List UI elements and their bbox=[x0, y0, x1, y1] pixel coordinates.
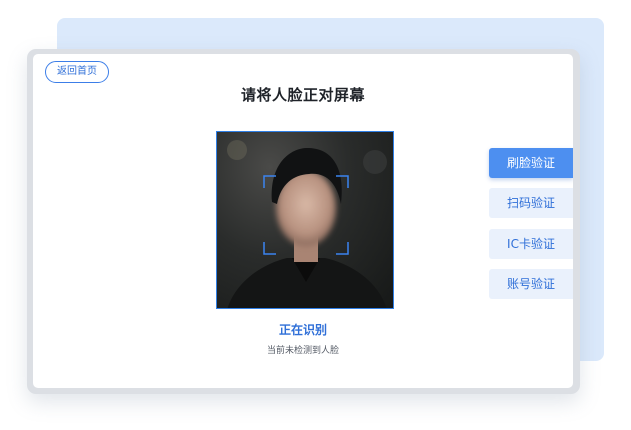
device-frame: 返回首页 请将人脸正对屏幕 正在识别 当前未检测到人脸 刷脸验证 扫码验证 IC… bbox=[27, 49, 580, 394]
recognition-status: 正在识别 bbox=[278, 323, 327, 337]
face-verify-button[interactable]: 刷脸验证 bbox=[489, 148, 573, 178]
detection-hint: 当前未检测到人脸 bbox=[266, 346, 339, 356]
face-detection-frame bbox=[263, 175, 349, 255]
page-title: 请将人脸正对屏幕 bbox=[240, 86, 365, 104]
qr-verify-button[interactable]: 扫码验证 bbox=[489, 188, 573, 218]
account-verify-button[interactable]: 账号验证 bbox=[489, 269, 573, 299]
screen: 返回首页 请将人脸正对屏幕 正在识别 当前未检测到人脸 刷脸验证 扫码验证 IC… bbox=[33, 54, 573, 388]
camera-preview bbox=[216, 131, 394, 309]
back-home-button[interactable]: 返回首页 bbox=[45, 61, 109, 83]
stage: 返回首页 请将人脸正对屏幕 正在识别 当前未检测到人脸 刷脸验证 扫码验证 IC… bbox=[0, 0, 631, 430]
ic-card-verify-button[interactable]: IC卡验证 bbox=[489, 229, 573, 259]
